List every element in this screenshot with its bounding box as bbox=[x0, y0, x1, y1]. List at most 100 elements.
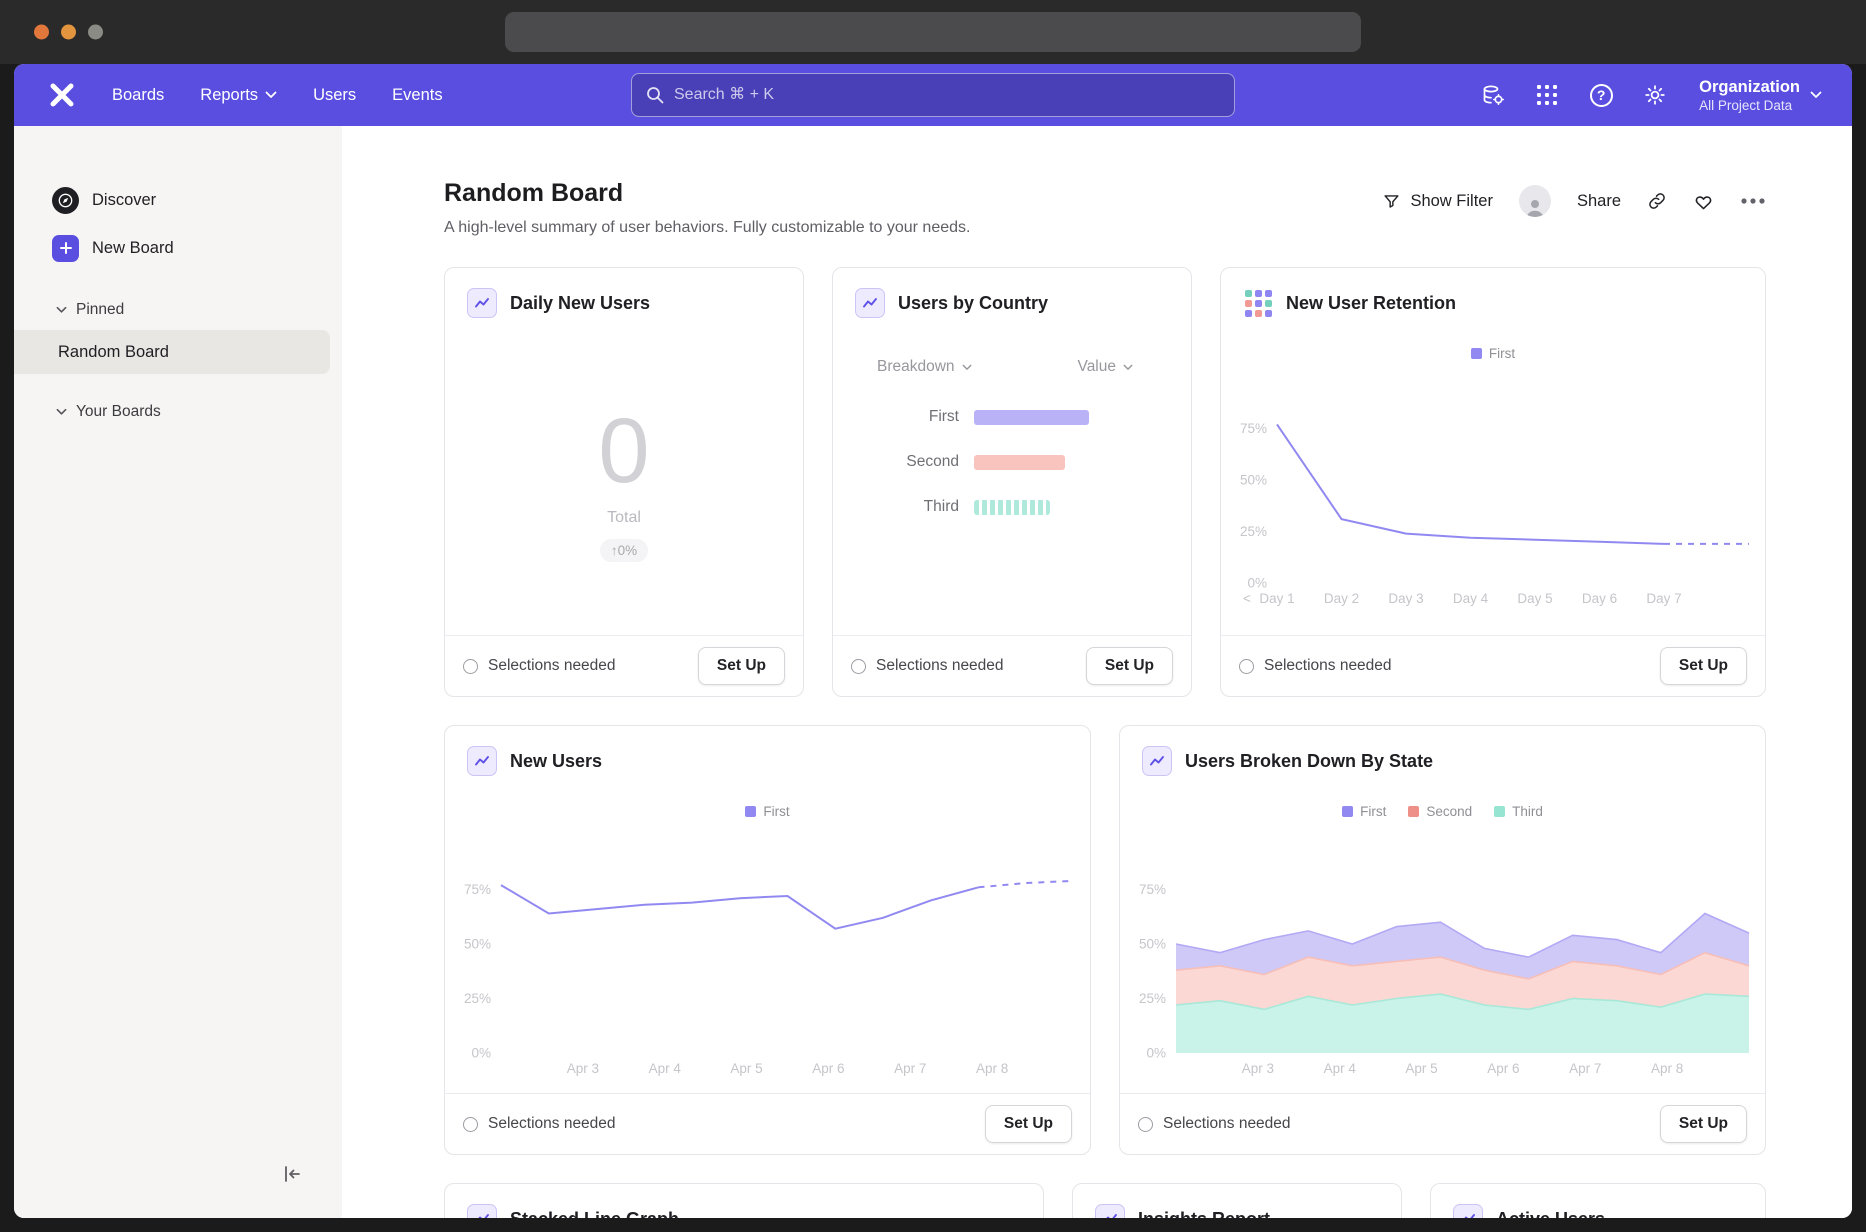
board-actions: Show Filter Share bbox=[1382, 185, 1766, 217]
setup-button[interactable]: Set Up bbox=[698, 647, 785, 685]
svg-text:Apr 8: Apr 8 bbox=[976, 1061, 1008, 1076]
mixpanel-logo[interactable] bbox=[44, 77, 80, 113]
card-footer: Selections needed Set Up bbox=[445, 1093, 1090, 1154]
settings-button[interactable] bbox=[1635, 75, 1675, 115]
show-filter-label: Show Filter bbox=[1410, 192, 1493, 211]
svg-text:0%: 0% bbox=[471, 1046, 491, 1061]
svg-text:Day 1: Day 1 bbox=[1259, 591, 1294, 606]
sidebar-section-pinned[interactable]: Pinned bbox=[14, 290, 342, 330]
org-project-selector[interactable]: Organization All Project Data bbox=[1699, 77, 1822, 113]
setup-button[interactable]: Set Up bbox=[1660, 1105, 1747, 1143]
svg-text:Apr 5: Apr 5 bbox=[730, 1061, 762, 1076]
browser-address-bar[interactable] bbox=[505, 12, 1361, 52]
sidebar-item-new-board[interactable]: New Board bbox=[14, 224, 342, 272]
window-titlebar bbox=[0, 0, 1866, 64]
status-circle-icon bbox=[1239, 659, 1254, 674]
card-title: Daily New Users bbox=[510, 293, 650, 314]
bar-label: Second bbox=[833, 453, 959, 471]
metric-value: 0 bbox=[598, 405, 649, 497]
org-name: Organization bbox=[1699, 77, 1800, 98]
share-button[interactable]: Share bbox=[1577, 192, 1621, 211]
card-row-1: Daily New Users 0 Total ↑0% bbox=[444, 267, 1766, 697]
bar-first bbox=[974, 410, 1089, 425]
chevron-down-icon bbox=[56, 408, 67, 416]
svg-text:Day 4: Day 4 bbox=[1453, 591, 1489, 606]
legend-item-first[interactable]: First bbox=[1342, 804, 1386, 819]
sidebar-section-your-boards[interactable]: Your Boards bbox=[14, 392, 342, 432]
copy-link-button[interactable] bbox=[1647, 191, 1667, 211]
chevron-down-icon bbox=[962, 364, 972, 371]
svg-text:Day 6: Day 6 bbox=[1582, 591, 1617, 606]
legend-item-first[interactable]: First bbox=[1471, 346, 1515, 361]
apps-grid-icon bbox=[1536, 84, 1558, 106]
screen: Boards Reports Users Events bbox=[0, 0, 1866, 1232]
value-dropdown[interactable]: Value bbox=[1078, 358, 1134, 376]
help-button[interactable]: ? bbox=[1581, 75, 1621, 115]
svg-text:25%: 25% bbox=[464, 991, 491, 1006]
svg-text:Apr 5: Apr 5 bbox=[1405, 1061, 1437, 1076]
dropdown-label: Value bbox=[1078, 358, 1117, 376]
card-title: Users Broken Down By State bbox=[1185, 751, 1433, 772]
heart-icon bbox=[1693, 192, 1714, 211]
card-daily-new-users: Daily New Users 0 Total ↑0% bbox=[444, 267, 804, 697]
ellipsis-icon bbox=[1740, 197, 1766, 205]
zoom-window-button[interactable] bbox=[88, 25, 103, 40]
legend-item-third[interactable]: Third bbox=[1494, 804, 1543, 819]
svg-text:50%: 50% bbox=[464, 937, 491, 952]
sidebar-item-discover[interactable]: Discover bbox=[14, 176, 342, 224]
retention-line-chart: 75%50%25%0%Day 1Day 2Day 3Day 4Day 5Day … bbox=[1221, 367, 1765, 611]
favorite-button[interactable] bbox=[1693, 192, 1714, 211]
collapse-sidebar-button[interactable] bbox=[274, 1156, 310, 1192]
sidebar: Discover New Board Pinned bbox=[14, 126, 342, 1218]
card-header: New User Retention bbox=[1221, 268, 1765, 332]
data-management-button[interactable] bbox=[1473, 75, 1513, 115]
setup-button[interactable]: Set Up bbox=[985, 1105, 1072, 1143]
sidebar-board-random-board[interactable]: Random Board bbox=[14, 330, 330, 374]
card-status: Selections needed bbox=[1239, 657, 1392, 675]
card-status: Selections needed bbox=[463, 657, 616, 675]
nav-item-users[interactable]: Users bbox=[299, 77, 370, 114]
breakdown-dropdown[interactable]: Breakdown bbox=[877, 358, 972, 376]
nav-item-reports[interactable]: Reports bbox=[186, 77, 291, 114]
card-new-user-retention: New User Retention First 75%50%25%0%Day … bbox=[1220, 267, 1766, 697]
card-row-3: Stacked Line Graph Insights Report bbox=[444, 1183, 1766, 1218]
card-header: Users by Country bbox=[833, 268, 1191, 332]
bar-label: First bbox=[833, 408, 959, 426]
avatar[interactable] bbox=[1519, 185, 1551, 217]
data-management-icon bbox=[1481, 83, 1505, 107]
nav-label: Reports bbox=[200, 86, 258, 105]
line-chart-icon bbox=[855, 288, 885, 318]
card-insights-report: Insights Report bbox=[1072, 1183, 1402, 1218]
traffic-lights bbox=[34, 25, 103, 40]
setup-button[interactable]: Set Up bbox=[1086, 647, 1173, 685]
svg-text:Apr 7: Apr 7 bbox=[894, 1061, 926, 1076]
svg-text:Apr 6: Apr 6 bbox=[812, 1061, 844, 1076]
status-circle-icon bbox=[851, 659, 866, 674]
status-label: Selections needed bbox=[876, 657, 1004, 675]
bar-third bbox=[974, 500, 1050, 515]
setup-button[interactable]: Set Up bbox=[1660, 647, 1747, 685]
nav-item-events[interactable]: Events bbox=[378, 77, 456, 114]
card-title: Users by Country bbox=[898, 293, 1048, 314]
filter-funnel-icon bbox=[1382, 192, 1401, 211]
help-icon: ? bbox=[1590, 84, 1613, 107]
close-window-button[interactable] bbox=[34, 25, 49, 40]
org-scope: All Project Data bbox=[1699, 98, 1800, 113]
global-search[interactable] bbox=[631, 73, 1235, 117]
card-header: Stacked Line Graph bbox=[445, 1184, 1043, 1218]
show-filter-button[interactable]: Show Filter bbox=[1382, 192, 1493, 211]
legend-item-first[interactable]: First bbox=[745, 804, 789, 819]
more-options-button[interactable] bbox=[1740, 197, 1766, 205]
status-circle-icon bbox=[1138, 1117, 1153, 1132]
card-title: Insights Report bbox=[1138, 1209, 1270, 1219]
nav-item-boards[interactable]: Boards bbox=[98, 77, 178, 114]
card-header: Active Users bbox=[1431, 1184, 1765, 1218]
app-window: Boards Reports Users Events bbox=[14, 64, 1852, 1218]
search-input[interactable] bbox=[674, 86, 1220, 104]
apps-grid-button[interactable] bbox=[1527, 75, 1567, 115]
stacked-area-chart: 75%50%25%0%Apr 3Apr 4Apr 5Apr 6Apr 7Apr … bbox=[1120, 825, 1765, 1081]
collapse-left-icon bbox=[282, 1165, 302, 1183]
minimize-window-button[interactable] bbox=[61, 25, 76, 40]
logo-x-icon bbox=[49, 82, 75, 108]
legend-item-second[interactable]: Second bbox=[1408, 804, 1472, 819]
